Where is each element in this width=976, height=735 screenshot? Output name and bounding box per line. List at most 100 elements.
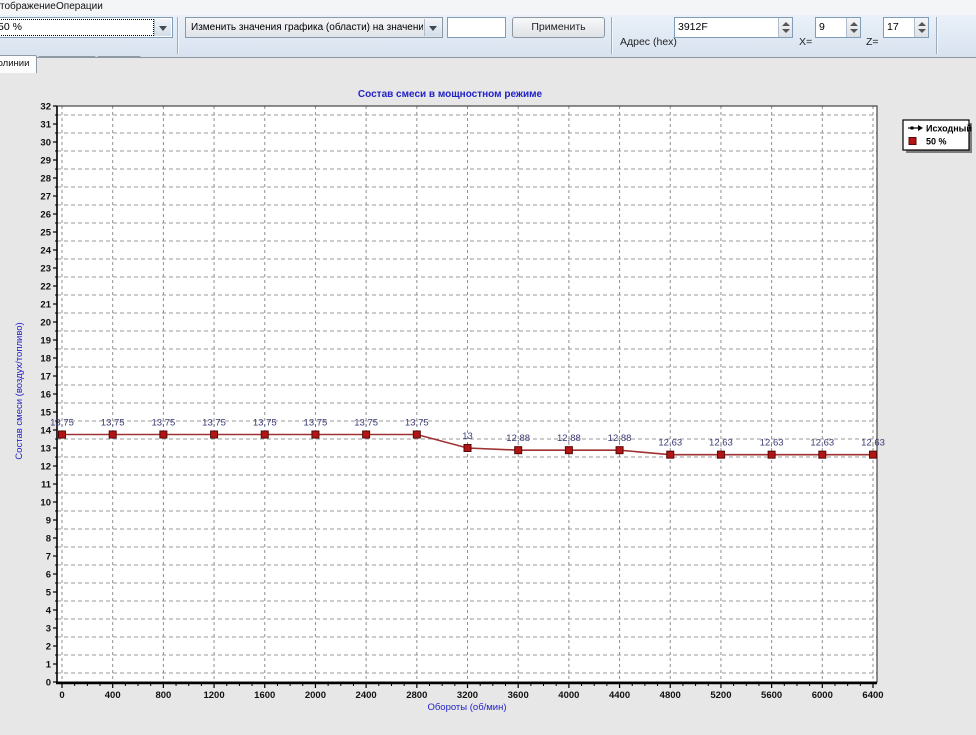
data-point[interactable] xyxy=(363,431,370,438)
y-tick-label: 24 xyxy=(40,246,51,257)
chevron-down-icon xyxy=(159,26,167,31)
data-point-label: 12,88 xyxy=(608,433,632,444)
y-tick-label: 10 xyxy=(40,498,51,509)
spin-up-icon xyxy=(918,22,926,26)
spin-up-icon xyxy=(850,22,858,26)
data-point[interactable] xyxy=(464,445,471,452)
legend-label: 50 % xyxy=(926,137,947,147)
data-point-label: 13 xyxy=(462,431,473,442)
menu-item-operations[interactable]: Операции xyxy=(52,1,107,12)
y-tick-label: 31 xyxy=(40,120,51,131)
z-value: 17 xyxy=(887,21,912,33)
data-point[interactable] xyxy=(565,447,572,454)
data-point[interactable] xyxy=(211,431,218,438)
y-tick-label: 26 xyxy=(40,210,51,221)
y-tick-label: 21 xyxy=(40,300,51,311)
y-tick-label: 32 xyxy=(40,102,51,113)
menu-item-display[interactable]: тображение xyxy=(0,1,60,12)
y-tick-label: 7 xyxy=(46,552,51,563)
x-spinner[interactable]: 9 xyxy=(815,17,861,38)
tab-isolines[interactable]: олинии xyxy=(0,55,37,73)
spin-up-icon xyxy=(782,22,790,26)
x-tick-label: 3600 xyxy=(508,690,529,701)
chart-title: Состав смеси в мощностном режиме xyxy=(358,89,543,100)
spin-down-icon xyxy=(782,29,790,33)
apply-button[interactable]: Применить xyxy=(512,17,605,38)
y-tick-label: 12 xyxy=(40,462,51,473)
z-label: Z= xyxy=(866,36,879,48)
value-input[interactable] xyxy=(447,17,506,38)
x-tick-label: 4000 xyxy=(558,690,579,701)
spinner-buttons[interactable] xyxy=(846,18,860,37)
data-point-label: 12,63 xyxy=(861,438,885,449)
y-tick-label: 1 xyxy=(46,660,52,671)
address-spinner[interactable]: 3912F xyxy=(674,17,793,38)
x-tick-label: 4400 xyxy=(609,690,630,701)
data-point-label: 13,75 xyxy=(151,418,175,429)
toolbar-separator xyxy=(611,17,613,54)
spinner-buttons[interactable] xyxy=(778,18,792,37)
map-select-dropdown-button[interactable] xyxy=(154,19,171,36)
data-point-label: 12,88 xyxy=(557,433,581,444)
data-point[interactable] xyxy=(870,451,877,458)
map-select-value: 50 % xyxy=(0,20,153,35)
y-axis-title: Состав смеси (воздух/топливо) xyxy=(14,322,25,459)
spinner-buttons[interactable] xyxy=(914,18,928,37)
x-tick-label: 2800 xyxy=(406,690,427,701)
y-tick-label: 29 xyxy=(40,156,51,167)
x-tick-label: 2000 xyxy=(305,690,326,701)
action-select-dropdown-button[interactable] xyxy=(424,19,441,36)
y-tick-label: 19 xyxy=(40,336,51,347)
y-tick-label: 13 xyxy=(40,444,51,455)
y-tick-label: 2 xyxy=(46,642,51,653)
data-point-label: 12,63 xyxy=(760,438,784,449)
action-select-combobox[interactable]: Изменить значения графика (области) на з… xyxy=(185,17,443,38)
chevron-down-icon xyxy=(429,26,437,31)
x-tick-label: 6400 xyxy=(862,690,883,701)
data-point[interactable] xyxy=(312,431,319,438)
data-point-label: 13,75 xyxy=(253,418,277,429)
y-tick-label: 17 xyxy=(40,372,51,383)
x-tick-label: 5200 xyxy=(710,690,731,701)
z-spinner[interactable]: 17 xyxy=(883,17,929,38)
data-point-label: 12,63 xyxy=(810,438,834,449)
data-point[interactable] xyxy=(819,451,826,458)
data-point[interactable] xyxy=(667,451,674,458)
data-point[interactable] xyxy=(59,431,66,438)
toolbar-separator xyxy=(936,17,938,54)
y-tick-label: 5 xyxy=(46,588,52,599)
x-tick-label: 400 xyxy=(105,690,121,701)
spin-down-icon xyxy=(918,29,926,33)
spin-down-icon xyxy=(850,29,858,33)
x-axis-title: Обороты (об/мин) xyxy=(427,702,506,713)
data-point[interactable] xyxy=(768,451,775,458)
data-point[interactable] xyxy=(515,447,522,454)
data-point-label: 12,63 xyxy=(709,438,733,449)
x-tick-label: 2400 xyxy=(356,690,377,701)
x-tick-label: 3200 xyxy=(457,690,478,701)
data-point-label: 13,75 xyxy=(50,418,74,429)
x-tick-label: 6000 xyxy=(812,690,833,701)
data-point[interactable] xyxy=(413,431,420,438)
y-tick-label: 0 xyxy=(46,678,51,689)
y-tick-label: 22 xyxy=(40,282,51,293)
address-value: 3912F xyxy=(678,21,776,33)
data-point[interactable] xyxy=(160,431,167,438)
y-tick-label: 23 xyxy=(40,264,51,275)
data-point[interactable] xyxy=(717,451,724,458)
x-tick-label: 1600 xyxy=(254,690,275,701)
x-tick-label: 5600 xyxy=(761,690,782,701)
y-tick-label: 28 xyxy=(40,174,51,185)
data-point-label: 12,63 xyxy=(658,438,682,449)
data-point[interactable] xyxy=(109,431,116,438)
data-point[interactable] xyxy=(261,431,268,438)
map-select-combobox[interactable]: 50 % xyxy=(0,17,173,38)
toolbar: 50 % Изменить значения графика (области)… xyxy=(0,15,976,57)
data-point[interactable] xyxy=(616,447,623,454)
data-point-label: 13,75 xyxy=(101,418,125,429)
y-tick-label: 11 xyxy=(41,480,52,491)
data-point-label: 13,75 xyxy=(202,418,226,429)
action-select-value: Изменить значения графика (области) на з… xyxy=(188,20,423,35)
y-tick-label: 3 xyxy=(46,624,51,635)
address-label: Адрес (hex) xyxy=(620,36,677,48)
